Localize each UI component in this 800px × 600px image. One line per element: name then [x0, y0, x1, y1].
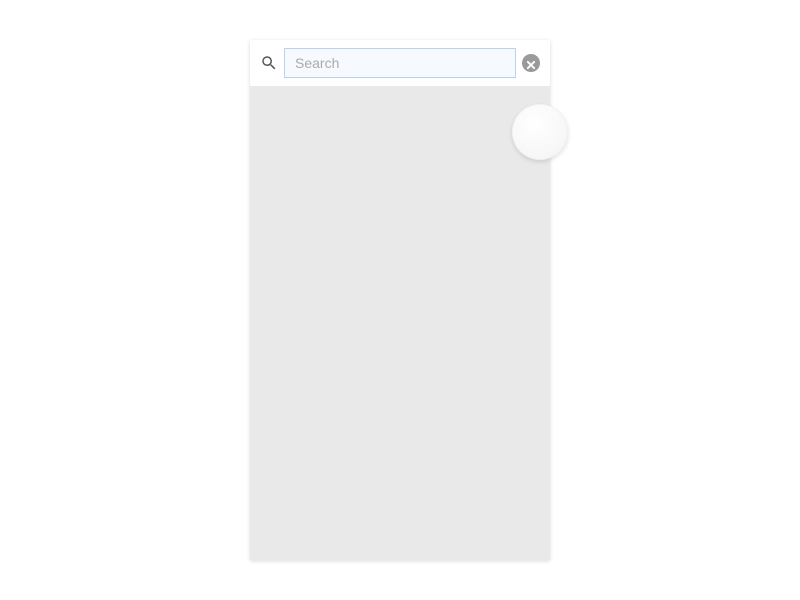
content-area [250, 86, 550, 560]
close-icon [527, 54, 535, 73]
search-input[interactable] [284, 48, 516, 78]
clear-button[interactable] [522, 54, 540, 72]
touch-indicator [512, 104, 568, 160]
search-icon [260, 54, 278, 72]
app-panel [250, 40, 550, 560]
search-bar [250, 40, 550, 86]
